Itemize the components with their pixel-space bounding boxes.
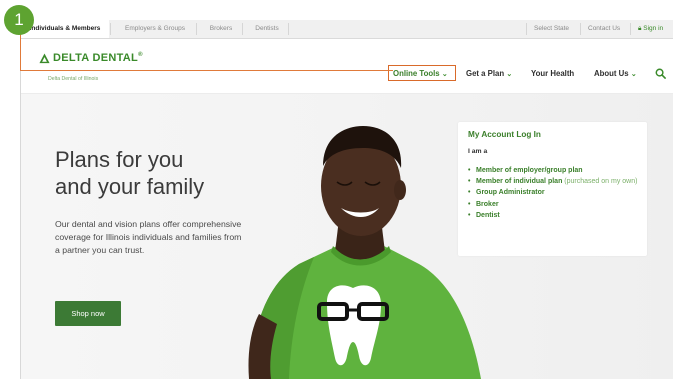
hero-description: Our dental and vision plans offer compre… <box>55 219 242 255</box>
select-state-link[interactable]: Select State <box>534 20 569 38</box>
lock-icon: 🔒︎ <box>638 25 642 32</box>
nav-your-health[interactable]: Your Health <box>531 69 574 78</box>
shop-now-button[interactable]: Shop now <box>55 301 121 326</box>
step-number-badge: 1 <box>4 5 34 35</box>
delta-logo-icon <box>39 53 50 64</box>
sign-in-link[interactable]: 🔒︎ Sign in <box>638 20 663 38</box>
hero-section: Plans for you and your family Our dental… <box>21 94 673 379</box>
main-navigation: DELTA DENTAL® Delta Dental of Illinois O… <box>21 39 673 94</box>
divider <box>630 23 631 35</box>
nav-about-us[interactable]: About Us ⌄ <box>594 69 637 78</box>
chevron-down-icon: ⌄ <box>506 71 513 78</box>
login-option-label: Group Administrator <box>476 189 545 197</box>
login-option-label: Broker <box>476 200 499 208</box>
divider <box>242 23 243 35</box>
hero-title-line: and your family <box>55 174 205 199</box>
tab-dentists[interactable]: Dentists <box>247 20 287 38</box>
login-option-broker[interactable]: Broker <box>468 201 644 210</box>
browser-page: Individuals & Members Employers & Groups… <box>20 20 673 379</box>
login-option-group-administrator[interactable]: Group Administrator <box>468 189 644 198</box>
audience-bar: Individuals & Members Employers & Groups… <box>21 20 673 39</box>
login-option-label: Dentist <box>476 211 500 219</box>
nav-get-a-plan[interactable]: Get a Plan ⌄ <box>466 69 512 78</box>
nav-label: Get a Plan <box>466 69 505 78</box>
login-option-note: (purchased on my own) <box>564 178 638 186</box>
nav-label: About Us <box>594 69 629 78</box>
brand-name: DELTA DENTAL® <box>53 52 143 64</box>
divider <box>196 23 197 35</box>
tab-brokers[interactable]: Brokers <box>201 20 241 38</box>
sign-in-label: Sign in <box>643 25 664 32</box>
brand-subtitle: Delta Dental of Illinois <box>48 76 99 82</box>
login-option-label: Member of employer/group plan <box>476 167 583 174</box>
divider <box>288 23 289 35</box>
callout-connector <box>20 30 21 71</box>
nav-online-tools[interactable]: Online Tools ⌄ <box>393 69 448 78</box>
login-options-list: Member of employer/group plan Member of … <box>468 167 644 223</box>
chevron-down-icon: ⌄ <box>441 71 448 78</box>
chevron-down-icon: ⌄ <box>630 71 637 78</box>
account-login-card: My Account Log In I am a Member of emplo… <box>458 122 647 256</box>
search-icon[interactable] <box>655 68 666 79</box>
tab-individuals-members[interactable]: Individuals & Members <box>21 20 109 38</box>
hero-title-line: Plans for you <box>55 147 184 172</box>
tab-employers-groups[interactable]: Employers & Groups <box>115 20 195 38</box>
login-option-individual-member[interactable]: Member of individual plan (purchased on … <box>468 178 644 187</box>
hero-person-image <box>248 126 481 379</box>
contact-us-link[interactable]: Contact Us <box>588 20 620 38</box>
login-card-title: My Account Log In <box>468 130 541 139</box>
login-option-label: Member of individual plan <box>476 178 563 186</box>
login-option-group-member[interactable]: Member of employer/group plan <box>468 167 644 176</box>
login-card-subtitle: I am a <box>468 148 488 155</box>
divider <box>526 23 527 35</box>
nav-label: Online Tools <box>393 69 440 78</box>
callout-connector <box>20 70 393 71</box>
divider <box>580 23 581 35</box>
login-option-dentist[interactable]: Dentist <box>468 212 644 221</box>
nav-label: Your Health <box>531 69 575 78</box>
hero-title: Plans for you and your family <box>55 146 204 200</box>
divider <box>110 23 111 35</box>
